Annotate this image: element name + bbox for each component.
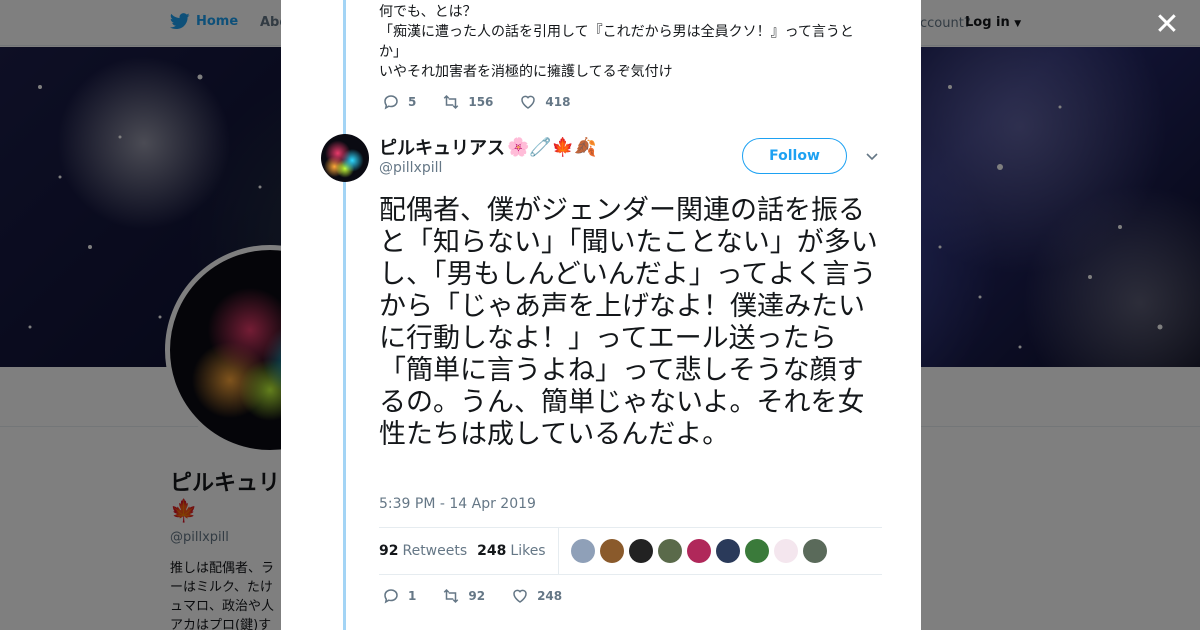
previous-tweet-line: 何でも、とは？ [379,4,477,20]
like-count: 418 [545,95,571,109]
tweet-author-avatar[interactable] [321,134,369,182]
reply-count: 1 [408,589,417,603]
liker-avatar[interactable] [715,539,740,563]
reply-button[interactable]: 5 [382,93,416,111]
reply-icon [384,95,398,110]
close-icon[interactable]: ✕ [1152,10,1182,40]
likes-stat[interactable]: 248 Likes [477,543,545,559]
tweet-author-handle[interactable]: @pillxpill [379,160,442,176]
liker-avatar[interactable] [570,539,595,563]
liker-avatars [570,539,827,563]
author-name-emoji: 🌸🧷🍁🍂 [507,136,597,158]
author-display-name: ピルキュリアス [379,138,505,159]
thread-line [343,0,346,630]
liker-avatar[interactable] [744,539,769,563]
like-count: 248 [537,589,563,603]
like-button[interactable]: 418 [519,93,570,111]
likes-stat-count: 248 [477,543,507,559]
previous-tweet-line: 「痴漢に遭った人の話を引用して『これだから男は全員クソ！』って言うとか」 [379,24,854,60]
retweets-stat[interactable]: 92 Retweets [379,543,467,559]
heart-icon [521,95,536,109]
retweet-icon [444,94,459,110]
retweet-icon [444,588,459,604]
retweets-stat-count: 92 [379,543,399,559]
reply-icon [384,589,398,604]
reply-button[interactable]: 1 [382,587,416,605]
tweet-stats: 92 Retweets 248 Likes [379,527,882,575]
tweet-modal: 何でも、とは？ 「痴漢に遭った人の話を引用して『これだから男は全員クソ！』って言… [281,0,921,630]
liker-avatar[interactable] [686,539,711,563]
retweet-button[interactable]: 92 [442,587,485,605]
chevron-down-icon[interactable] [864,148,880,164]
retweets-stat-label: Retweets [402,543,468,559]
previous-tweet-line: いやそれ加害者を消極的に擁護してるぞ気付け [379,64,673,80]
tweet-text: 配偶者、僕がジェンダー関連の話を振ると「知らない」「聞いたことない」が多いし、「… [379,195,878,450]
retweet-count: 156 [468,95,494,109]
liker-avatar[interactable] [628,539,653,563]
likes-stat-label: Likes [510,543,546,559]
liker-avatar[interactable] [657,539,682,563]
retweet-button[interactable]: 156 [442,93,493,111]
tweet-timestamp[interactable]: 5:39 PM - 14 Apr 2019 [379,496,536,512]
previous-tweet-actions: 5 156 418 [382,93,596,111]
like-button[interactable]: 248 [511,587,562,605]
reply-count: 5 [408,95,417,109]
liker-avatar[interactable] [773,539,798,563]
stats-divider [557,527,559,575]
liker-avatar[interactable] [599,539,624,563]
heart-icon [513,589,527,603]
tweet-actions: 1 92 248 [382,587,588,605]
retweet-count: 92 [468,589,486,603]
tweet-author-name[interactable]: ピルキュリアス 🌸🧷🍁🍂 [379,134,597,160]
liker-avatar[interactable] [802,539,827,563]
previous-tweet-text: 何でも、とは？ 「痴漢に遭った人の話を引用して『これだから男は全員クソ！』って言… [379,2,859,82]
follow-button[interactable]: Follow [742,138,847,174]
